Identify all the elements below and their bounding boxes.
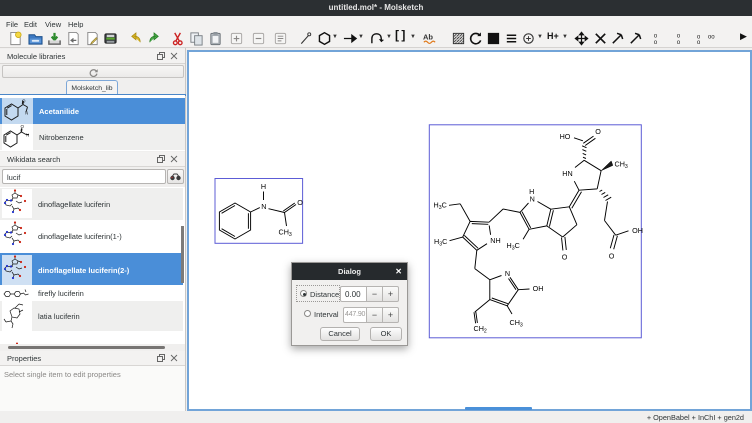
svg-text:OH: OH — [632, 226, 643, 235]
svg-text:H3C: H3C — [507, 241, 520, 252]
svg-text:oo: oo — [708, 34, 715, 41]
svg-text:CH2: CH2 — [474, 324, 487, 335]
svg-text:HN: HN — [562, 169, 572, 178]
svg-text:O: O — [609, 252, 615, 261]
svg-text:o: o — [653, 39, 657, 46]
svg-text:O: O — [562, 253, 568, 262]
svg-text:o: o — [697, 39, 701, 46]
svg-text:N: N — [25, 111, 28, 116]
svg-text:N: N — [505, 269, 510, 278]
svg-text:HO: HO — [560, 132, 571, 141]
svg-text:O: O — [595, 127, 601, 136]
svg-text:O: O — [297, 198, 303, 207]
svg-text:o: o — [677, 39, 681, 46]
svg-text:OH: OH — [533, 284, 544, 293]
svg-text:NH: NH — [490, 236, 500, 245]
svg-text:H3C: H3C — [434, 200, 447, 211]
svg-text:O: O — [22, 99, 26, 104]
svg-text:H: H — [261, 182, 266, 191]
svg-text:Ab: Ab — [423, 32, 433, 41]
svg-text:CH3: CH3 — [279, 228, 292, 239]
svg-text:N: N — [26, 133, 29, 138]
svg-text:N: N — [530, 194, 535, 203]
svg-text:H3C: H3C — [434, 237, 447, 248]
svg-text:N: N — [261, 202, 266, 211]
svg-text:CH3: CH3 — [615, 160, 628, 171]
svg-text:O: O — [21, 124, 25, 129]
svg-text:CH3: CH3 — [510, 318, 523, 329]
